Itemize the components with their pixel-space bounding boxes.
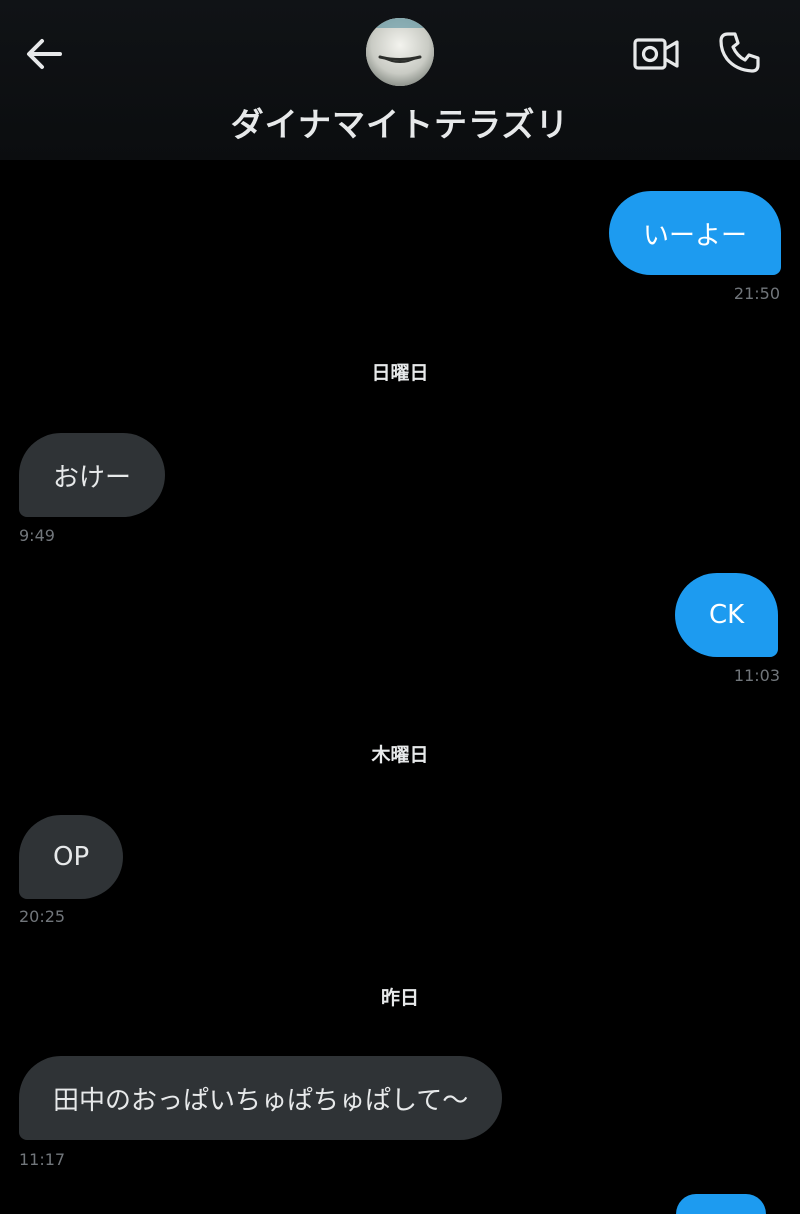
message-timestamp: 9:49	[19, 526, 55, 545]
message-bubble-incoming[interactable]: 田中のおっぱいちゅぱちゅぱして〜	[19, 1056, 503, 1140]
message-bubble-outgoing[interactable]: いーよー	[609, 191, 782, 275]
day-separator: 昨日	[380, 987, 419, 1009]
message-bubble-incoming[interactable]: おけー	[19, 433, 166, 517]
phone-icon	[719, 32, 760, 73]
contact-name[interactable]: ダイナマイトテラズリ	[0, 98, 800, 146]
message-bubble-outgoing-partial[interactable]	[676, 1194, 766, 1214]
message-timestamp: 20:25	[19, 907, 66, 926]
voice-call-button[interactable]	[712, 24, 768, 80]
message-text: おけー	[53, 462, 132, 493]
day-separator: 日曜日	[371, 362, 429, 384]
avatar-image	[366, 18, 434, 86]
message-bubble-outgoing[interactable]: CK	[675, 573, 779, 657]
day-separator: 木曜日	[371, 744, 429, 766]
conversation-header: ダイナマイトテラズリ	[0, 0, 800, 160]
arrow-left-icon	[27, 39, 62, 69]
message-timestamp: 11:17	[19, 1150, 66, 1169]
video-camera-icon	[633, 38, 679, 70]
back-button[interactable]	[18, 28, 70, 80]
video-call-button[interactable]	[628, 28, 684, 80]
message-timestamp: 11:03	[733, 666, 780, 685]
message-timestamp: 21:50	[733, 284, 780, 303]
message-text: いーよー	[643, 220, 748, 251]
message-text: OP	[53, 842, 90, 872]
message-text: CK	[709, 600, 745, 630]
message-bubble-incoming[interactable]: OP	[19, 815, 124, 899]
avatar[interactable]	[366, 18, 434, 86]
message-text: 田中のおっぱいちゅぱちゅぱして〜	[53, 1085, 469, 1116]
